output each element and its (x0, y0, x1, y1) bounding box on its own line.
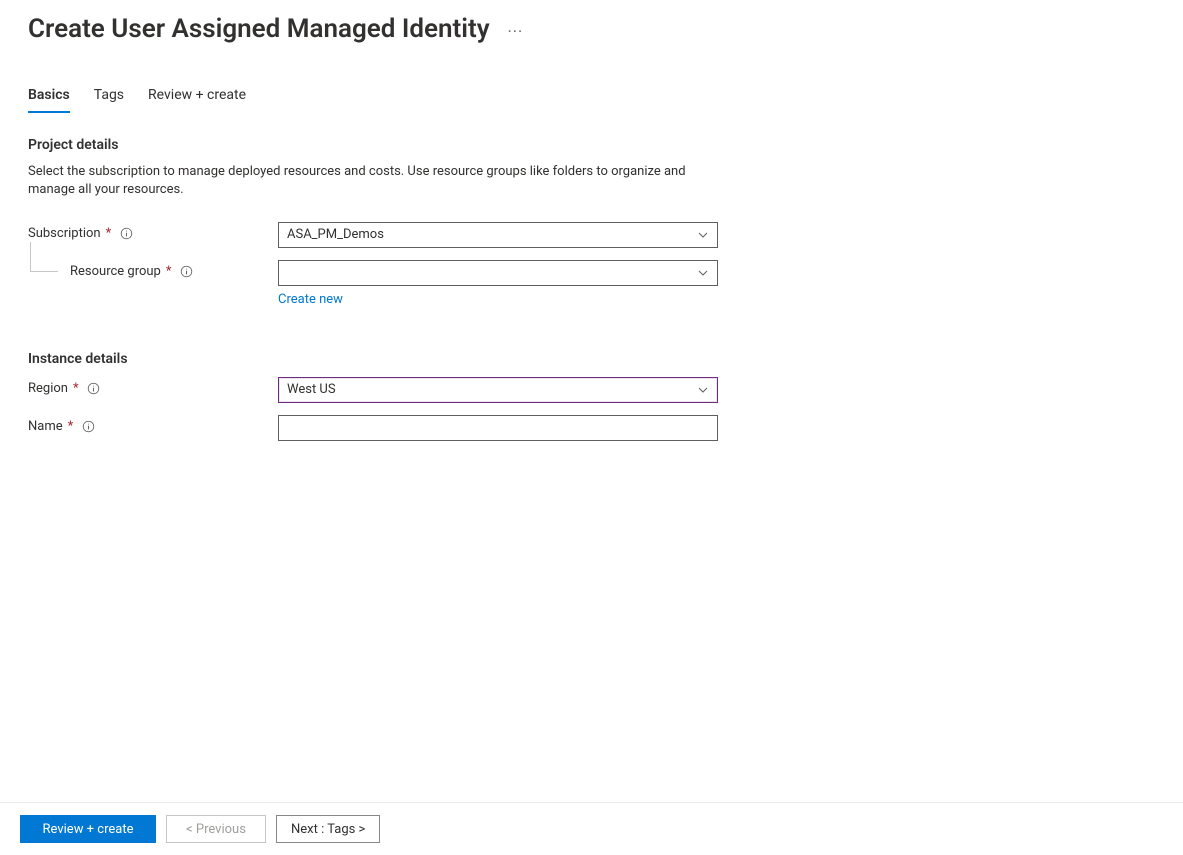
subscription-dropdown[interactable]: ASA_PM_Demos (278, 222, 718, 248)
info-icon[interactable] (87, 381, 101, 395)
subscription-row: Subscription * ASA_PM_Demos (28, 222, 1155, 248)
chevron-down-icon (697, 229, 709, 241)
name-row: Name * (28, 415, 1155, 441)
region-value: West US (287, 382, 336, 397)
info-icon[interactable] (179, 264, 193, 278)
indent-connector (30, 242, 58, 272)
subscription-value: ASA_PM_Demos (287, 227, 384, 242)
next-button[interactable]: Next : Tags > (276, 815, 380, 843)
tab-basics[interactable]: Basics (28, 87, 70, 113)
chevron-down-icon (697, 267, 709, 279)
create-new-link[interactable]: Create new (278, 292, 343, 307)
name-label: Name (28, 419, 63, 434)
header: Create User Assigned Managed Identity ··… (28, 14, 1155, 45)
tab-review-create[interactable]: Review + create (148, 87, 246, 113)
resource-group-label: Resource group (70, 264, 161, 279)
region-row: Region * West US (28, 377, 1155, 403)
tabs: Basics Tags Review + create (28, 87, 1155, 113)
region-dropdown[interactable]: West US (278, 377, 718, 403)
required-star: * (166, 264, 172, 279)
resource-group-dropdown[interactable] (278, 260, 718, 286)
subscription-label: Subscription (28, 226, 101, 241)
footer: Review + create < Previous Next : Tags > (0, 802, 1183, 855)
region-label-cell: Region * (28, 377, 278, 396)
required-star: * (73, 381, 79, 396)
region-label: Region (28, 381, 68, 396)
project-details-title: Project details (28, 137, 1155, 153)
instance-details-title: Instance details (28, 351, 1155, 367)
name-input[interactable] (278, 415, 718, 441)
info-icon[interactable] (81, 419, 95, 433)
project-details-description: Select the subscription to manage deploy… (28, 163, 688, 199)
tab-tags[interactable]: Tags (94, 87, 124, 113)
resource-group-row: Resource group * Create new (28, 260, 1155, 307)
review-create-button[interactable]: Review + create (20, 815, 156, 843)
info-icon[interactable] (119, 226, 133, 240)
required-star: * (106, 226, 112, 241)
resource-group-label-cell: Resource group * (28, 260, 278, 279)
more-actions-icon[interactable]: ··· (508, 24, 524, 40)
subscription-label-cell: Subscription * (28, 222, 278, 241)
required-star: * (68, 419, 74, 434)
page-title: Create User Assigned Managed Identity (28, 14, 490, 45)
chevron-down-icon (697, 384, 709, 396)
previous-button: < Previous (166, 815, 266, 843)
name-label-cell: Name * (28, 415, 278, 434)
